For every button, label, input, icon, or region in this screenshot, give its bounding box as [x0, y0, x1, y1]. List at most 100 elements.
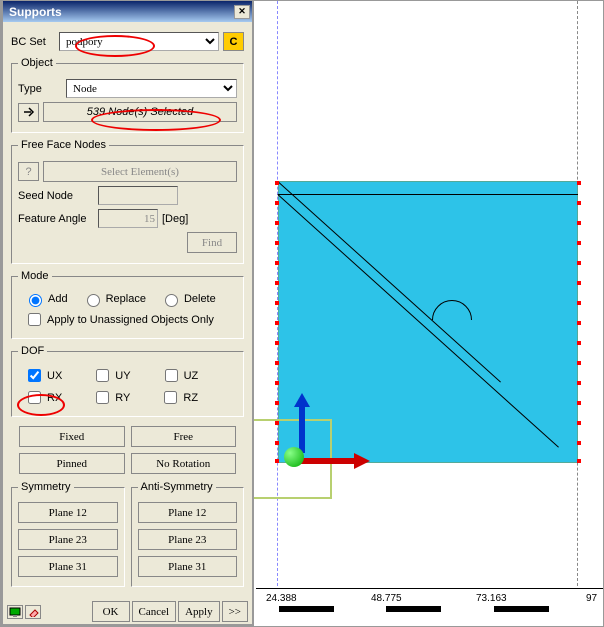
new-bcset-button[interactable]: C [223, 32, 244, 51]
dof-ux[interactable]: UX [24, 366, 62, 385]
node-marker [577, 261, 581, 265]
ffn-legend: Free Face Nodes [18, 139, 109, 151]
dof-uy[interactable]: UY [92, 366, 130, 385]
node-marker [275, 401, 279, 405]
monitor-svg-icon [9, 607, 21, 617]
seed-label: Seed Node [18, 190, 98, 202]
dof-uz[interactable]: UZ [161, 366, 199, 385]
node-marker [275, 321, 279, 325]
model-edge [278, 194, 578, 195]
find-button: Find [187, 232, 237, 253]
dof-rz-checkbox[interactable] [164, 391, 177, 404]
bcset-label: BC Set [11, 36, 59, 48]
cancel-button[interactable]: Cancel [132, 601, 177, 622]
mode-delete-radio[interactable] [165, 294, 178, 307]
fixed-button[interactable]: Fixed [19, 426, 125, 447]
node-marker [577, 341, 581, 345]
node-marker [275, 281, 279, 285]
ruler [256, 588, 603, 608]
close-button[interactable]: ✕ [234, 5, 250, 19]
eraser-svg-icon [27, 607, 39, 617]
sym-plane12-button[interactable]: Plane 12 [18, 502, 118, 523]
feature-angle-input [98, 209, 158, 228]
dof-group: DOF UX UY UZ RX RY RZ [11, 345, 244, 417]
ruler-tick: 73.163 [476, 593, 507, 604]
select-elements-button: Select Element(s) [43, 161, 237, 182]
mode-replace-radio[interactable] [87, 294, 100, 307]
node-marker [275, 381, 279, 385]
bcset-select[interactable]: podpory [59, 32, 219, 51]
antisymmetry-legend: Anti-Symmetry [138, 481, 216, 493]
dof-ry-checkbox[interactable] [96, 391, 109, 404]
node-marker [577, 381, 581, 385]
mode-add-radio[interactable] [29, 294, 42, 307]
monitor-icon[interactable] [7, 605, 23, 619]
help-button: ? [18, 162, 39, 181]
dof-rx-checkbox[interactable] [28, 391, 41, 404]
dof-rx[interactable]: RX [24, 388, 62, 407]
apply-unassigned[interactable]: Apply to Unassigned Objects Only [24, 310, 214, 329]
seed-node-input [98, 186, 178, 205]
ruler-segment [386, 606, 441, 612]
angle-label: Feature Angle [18, 213, 98, 225]
pick-button[interactable] [18, 103, 39, 122]
node-marker [577, 281, 581, 285]
asym-plane12-button[interactable]: Plane 12 [138, 502, 238, 523]
eraser-icon[interactable] [25, 605, 41, 619]
node-marker [577, 181, 581, 185]
node-marker [275, 181, 279, 185]
node-marker [577, 201, 581, 205]
symmetry-legend: Symmetry [18, 481, 74, 493]
dof-legend: DOF [18, 345, 47, 357]
node-marker [275, 341, 279, 345]
node-marker [577, 241, 581, 245]
arrow-right-icon [22, 106, 36, 118]
object-group: Object Type Node 539 Node(s) Selected [11, 57, 244, 133]
antisymmetry-group: Anti-Symmetry Plane 12 Plane 23 Plane 31 [131, 481, 245, 587]
type-select[interactable]: Node [66, 79, 237, 98]
node-marker [275, 261, 279, 265]
ruler-segment [494, 606, 549, 612]
dof-rz[interactable]: RZ [160, 388, 198, 407]
node-marker [577, 361, 581, 365]
mode-delete[interactable]: Delete [160, 291, 216, 307]
selection-status[interactable]: 539 Node(s) Selected [43, 102, 237, 122]
dof-uz-checkbox[interactable] [165, 369, 178, 382]
node-marker [275, 201, 279, 205]
free-button[interactable]: Free [131, 426, 237, 447]
asym-plane31-button[interactable]: Plane 31 [138, 556, 238, 577]
dof-ux-checkbox[interactable] [28, 369, 41, 382]
no-rotation-button[interactable]: No Rotation [131, 453, 237, 474]
sym-plane31-button[interactable]: Plane 31 [18, 556, 118, 577]
object-legend: Object [18, 57, 56, 69]
apply-button[interactable]: Apply [178, 601, 220, 622]
supports-dialog: Supports ✕ BC Set podpory C Object Type … [1, 1, 254, 626]
pinned-button[interactable]: Pinned [19, 453, 125, 474]
mode-add[interactable]: Add [24, 291, 68, 307]
sym-plane23-button[interactable]: Plane 23 [18, 529, 118, 550]
asym-plane23-button[interactable]: Plane 23 [138, 529, 238, 550]
node-marker [275, 361, 279, 365]
angle-unit: [Deg] [162, 213, 188, 225]
ok-button[interactable]: OK [92, 601, 130, 622]
axis-x-arrow-icon [292, 451, 372, 471]
titlebar[interactable]: Supports ✕ [3, 1, 252, 22]
node-marker [577, 301, 581, 305]
node-marker [577, 401, 581, 405]
dof-uy-checkbox[interactable] [96, 369, 109, 382]
node-marker [275, 241, 279, 245]
mode-replace[interactable]: Replace [82, 291, 146, 307]
node-marker [577, 221, 581, 225]
node-marker [275, 221, 279, 225]
ruler-tick: 48.775 [371, 593, 402, 604]
mode-group: Mode Add Replace Delete Apply to Unassig… [11, 270, 244, 339]
ruler-tick: 97 [586, 593, 597, 604]
viewport-3d[interactable]: 24.388 48.775 73.163 97 [256, 1, 603, 626]
apply-unassigned-checkbox[interactable] [28, 313, 41, 326]
dof-ry[interactable]: RY [92, 388, 130, 407]
node-marker [577, 321, 581, 325]
ruler-segment [279, 606, 334, 612]
type-label: Type [18, 83, 66, 95]
more-button[interactable]: >> [222, 601, 248, 622]
ruler-tick: 24.388 [266, 593, 297, 604]
